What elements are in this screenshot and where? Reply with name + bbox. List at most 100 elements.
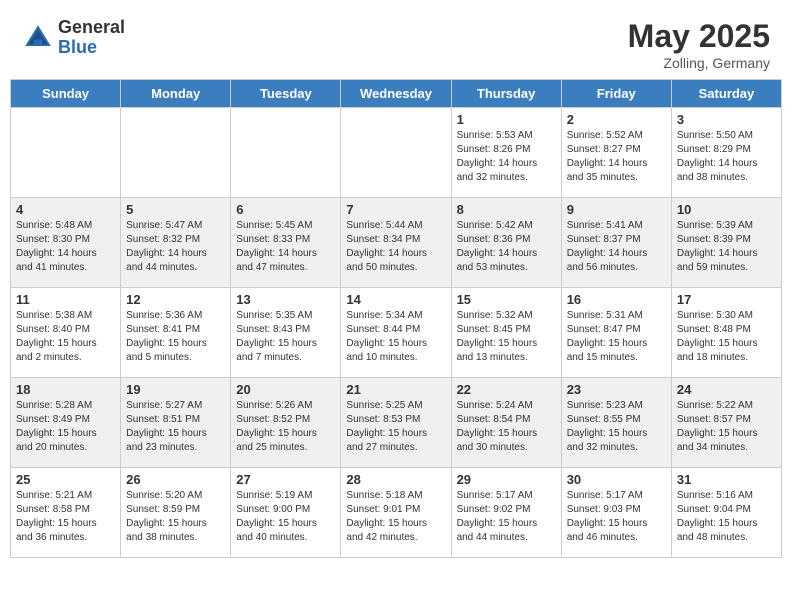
calendar-week-row: 25 Sunrise: 5:21 AM Sunset: 8:58 PM Dayli… <box>11 468 782 558</box>
day-number: 31 <box>677 472 776 487</box>
calendar-cell: 5 Sunrise: 5:47 AM Sunset: 8:32 PM Daylig… <box>121 198 231 288</box>
calendar-cell <box>121 108 231 198</box>
day-number: 1 <box>457 112 556 127</box>
day-info: Sunrise: 5:38 AM Sunset: 8:40 PM Dayligh… <box>16 309 115 365</box>
calendar-cell: 25 Sunrise: 5:21 AM Sunset: 8:58 PM Dayli… <box>11 468 121 558</box>
day-number: 13 <box>236 292 335 307</box>
weekday-header: Tuesday <box>231 80 341 108</box>
weekday-header: Friday <box>561 80 671 108</box>
logo-icon <box>22 22 54 54</box>
calendar-cell: 13Sunrise: 5:35 AM Sunset: 8:43 PM Dayli… <box>231 288 341 378</box>
day-number: 19 <box>126 382 225 397</box>
day-number: 27 <box>236 472 335 487</box>
calendar-week-row: 11 Sunrise: 5:38 AM Sunset: 8:40 PM Dayli… <box>11 288 782 378</box>
calendar-cell: 9Sunrise: 5:41 AM Sunset: 8:37 PM Daylig… <box>561 198 671 288</box>
calendar-week-row: 4 Sunrise: 5:48 AM Sunset: 8:30 PM Daylig… <box>11 198 782 288</box>
day-number: 8 <box>457 202 556 217</box>
weekday-header: Monday <box>121 80 231 108</box>
day-info: Sunrise: 5:18 AM Sunset: 9:01 PM Dayligh… <box>346 489 445 545</box>
day-number: 26 <box>126 472 225 487</box>
day-info: Sunrise: 5:47 AM Sunset: 8:32 PM Dayligh… <box>126 219 225 275</box>
day-number: 4 <box>16 202 115 217</box>
day-number: 20 <box>236 382 335 397</box>
day-info: Sunrise: 5:21 AM Sunset: 8:58 PM Dayligh… <box>16 489 115 545</box>
calendar-cell: 8 Sunrise: 5:42 AM Sunset: 8:36 PM Daylig… <box>451 198 561 288</box>
calendar-cell: 17Sunrise: 5:30 AM Sunset: 8:48 PM Dayli… <box>671 288 781 378</box>
day-info: Sunrise: 5:31 AM Sunset: 8:47 PM Dayligh… <box>567 309 666 365</box>
day-number: 25 <box>16 472 115 487</box>
day-info: Sunrise: 5:27 AM Sunset: 8:51 PM Dayligh… <box>126 399 225 455</box>
day-info: Sunrise: 5:53 AM Sunset: 8:26 PM Dayligh… <box>457 129 556 185</box>
day-info: Sunrise: 5:23 AM Sunset: 8:55 PM Dayligh… <box>567 399 666 455</box>
day-info: Sunrise: 5:17 AM Sunset: 9:03 PM Dayligh… <box>567 489 666 545</box>
calendar-week-row: 18 Sunrise: 5:28 AM Sunset: 8:49 PM Dayli… <box>11 378 782 468</box>
calendar-cell: 3Sunrise: 5:50 AM Sunset: 8:29 PM Daylig… <box>671 108 781 198</box>
calendar-cell: 16 Sunrise: 5:31 AM Sunset: 8:47 PM Dayli… <box>561 288 671 378</box>
location-text: Zolling, Germany <box>628 55 770 71</box>
day-number: 2 <box>567 112 666 127</box>
day-info: Sunrise: 5:32 AM Sunset: 8:45 PM Dayligh… <box>457 309 556 365</box>
calendar-cell: 22 Sunrise: 5:24 AM Sunset: 8:54 PM Dayli… <box>451 378 561 468</box>
logo: General Blue <box>22 18 125 58</box>
calendar-cell: 28 Sunrise: 5:18 AM Sunset: 9:01 PM Dayli… <box>341 468 451 558</box>
calendar-week-row: 1 Sunrise: 5:53 AM Sunset: 8:26 PM Daylig… <box>11 108 782 198</box>
weekday-header: Wednesday <box>341 80 451 108</box>
day-number: 22 <box>457 382 556 397</box>
day-info: Sunrise: 5:17 AM Sunset: 9:02 PM Dayligh… <box>457 489 556 545</box>
calendar-cell: 18 Sunrise: 5:28 AM Sunset: 8:49 PM Dayli… <box>11 378 121 468</box>
day-info: Sunrise: 5:26 AM Sunset: 8:52 PM Dayligh… <box>236 399 335 455</box>
day-number: 5 <box>126 202 225 217</box>
calendar-cell: 31 Sunrise: 5:16 AM Sunset: 9:04 PM Dayli… <box>671 468 781 558</box>
weekday-header-row: SundayMondayTuesdayWednesdayThursdayFrid… <box>11 80 782 108</box>
weekday-header: Sunday <box>11 80 121 108</box>
calendar-cell: 10Sunrise: 5:39 AM Sunset: 8:39 PM Dayli… <box>671 198 781 288</box>
day-number: 24 <box>677 382 776 397</box>
day-number: 6 <box>236 202 335 217</box>
logo-general-text: General <box>58 18 125 38</box>
logo-blue-text: Blue <box>58 38 125 58</box>
calendar-cell: 19 Sunrise: 5:27 AM Sunset: 8:51 PM Dayli… <box>121 378 231 468</box>
day-number: 7 <box>346 202 445 217</box>
calendar-cell: 29 Sunrise: 5:17 AM Sunset: 9:02 PM Dayli… <box>451 468 561 558</box>
day-number: 11 <box>16 292 115 307</box>
calendar-cell: 21 Sunrise: 5:25 AM Sunset: 8:53 PM Dayli… <box>341 378 451 468</box>
day-info: Sunrise: 5:19 AM Sunset: 9:00 PM Dayligh… <box>236 489 335 545</box>
calendar-cell: 12 Sunrise: 5:36 AM Sunset: 8:41 PM Dayli… <box>121 288 231 378</box>
calendar-cell: 6 Sunrise: 5:45 AM Sunset: 8:33 PM Daylig… <box>231 198 341 288</box>
day-info: Sunrise: 5:45 AM Sunset: 8:33 PM Dayligh… <box>236 219 335 275</box>
day-number: 29 <box>457 472 556 487</box>
day-info: Sunrise: 5:48 AM Sunset: 8:30 PM Dayligh… <box>16 219 115 275</box>
day-info: Sunrise: 5:42 AM Sunset: 8:36 PM Dayligh… <box>457 219 556 275</box>
day-number: 9 <box>567 202 666 217</box>
month-title: May 2025 <box>628 18 770 55</box>
calendar-cell: 23 Sunrise: 5:23 AM Sunset: 8:55 PM Dayli… <box>561 378 671 468</box>
day-info: Sunrise: 5:39 AM Sunset: 8:39 PM Dayligh… <box>677 219 776 275</box>
day-info: Sunrise: 5:25 AM Sunset: 8:53 PM Dayligh… <box>346 399 445 455</box>
day-info: Sunrise: 5:34 AM Sunset: 8:44 PM Dayligh… <box>346 309 445 365</box>
day-info: Sunrise: 5:36 AM Sunset: 8:41 PM Dayligh… <box>126 309 225 365</box>
calendar-cell: 30 Sunrise: 5:17 AM Sunset: 9:03 PM Dayli… <box>561 468 671 558</box>
weekday-header: Saturday <box>671 80 781 108</box>
day-number: 28 <box>346 472 445 487</box>
calendar-cell <box>11 108 121 198</box>
calendar-table: SundayMondayTuesdayWednesdayThursdayFrid… <box>10 79 782 558</box>
day-number: 14 <box>346 292 445 307</box>
day-info: Sunrise: 5:52 AM Sunset: 8:27 PM Dayligh… <box>567 129 666 185</box>
day-info: Sunrise: 5:50 AM Sunset: 8:29 PM Dayligh… <box>677 129 776 185</box>
day-number: 21 <box>346 382 445 397</box>
calendar-cell: 15Sunrise: 5:32 AM Sunset: 8:45 PM Dayli… <box>451 288 561 378</box>
calendar-cell: 2 Sunrise: 5:52 AM Sunset: 8:27 PM Daylig… <box>561 108 671 198</box>
day-number: 30 <box>567 472 666 487</box>
calendar-cell <box>231 108 341 198</box>
day-info: Sunrise: 5:16 AM Sunset: 9:04 PM Dayligh… <box>677 489 776 545</box>
day-number: 16 <box>567 292 666 307</box>
calendar-cell <box>341 108 451 198</box>
day-number: 12 <box>126 292 225 307</box>
calendar-cell: 26Sunrise: 5:20 AM Sunset: 8:59 PM Dayli… <box>121 468 231 558</box>
day-number: 23 <box>567 382 666 397</box>
day-number: 18 <box>16 382 115 397</box>
day-info: Sunrise: 5:28 AM Sunset: 8:49 PM Dayligh… <box>16 399 115 455</box>
day-info: Sunrise: 5:24 AM Sunset: 8:54 PM Dayligh… <box>457 399 556 455</box>
weekday-header: Thursday <box>451 80 561 108</box>
calendar-cell: 20 Sunrise: 5:26 AM Sunset: 8:52 PM Dayli… <box>231 378 341 468</box>
